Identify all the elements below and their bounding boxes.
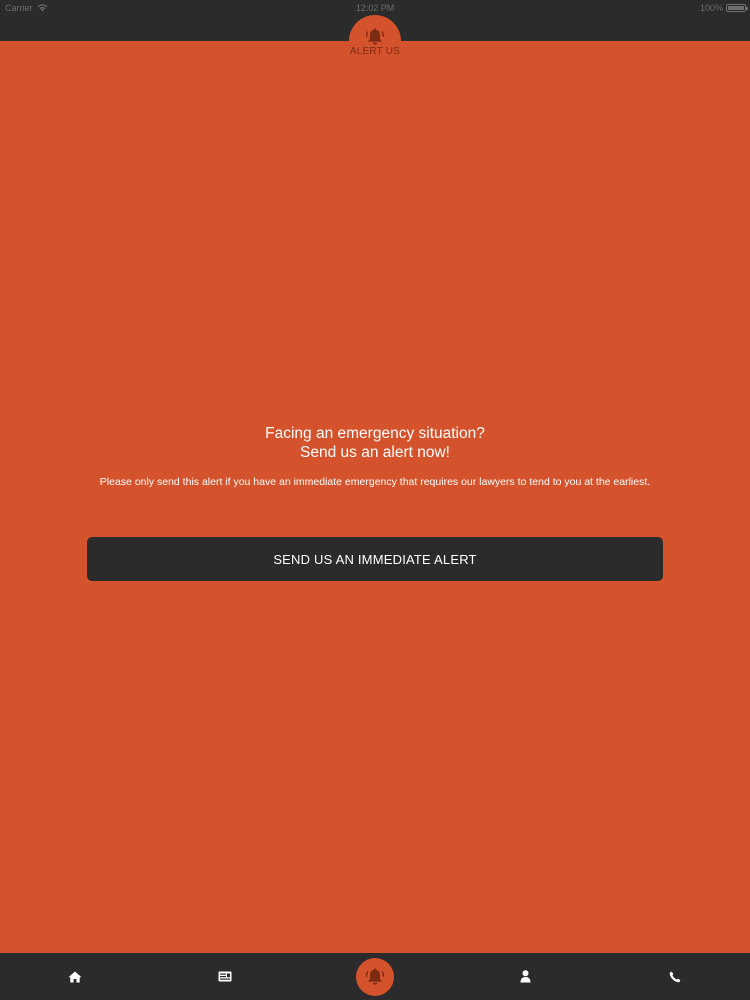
tab-home[interactable] [45, 953, 105, 1000]
send-alert-button[interactable]: SEND US AN IMMEDIATE ALERT [87, 537, 663, 581]
phone-icon [669, 971, 681, 982]
headline-line-2: Send us an alert now! [300, 444, 450, 461]
headline: Facing an emergency situation? Send us a… [0, 424, 750, 462]
battery-icon [726, 4, 748, 12]
user-icon [520, 970, 530, 983]
status-bar: Carrier 12:02 PM 100% [0, 0, 750, 16]
bell-icon [365, 968, 385, 985]
tab-news[interactable] [195, 953, 255, 1000]
bell-icon [365, 28, 385, 45]
battery-percent: 100% [699, 3, 723, 13]
status-time: 12:02 PM [355, 3, 395, 13]
tab-alert[interactable] [356, 958, 394, 996]
home-icon [68, 971, 82, 982]
tab-contact[interactable] [645, 953, 705, 1000]
tab-profile[interactable] [495, 953, 555, 1000]
headline-line-1: Facing an emergency situation? [265, 425, 485, 442]
alert-description: Please only send this alert if you have … [99, 476, 651, 488]
news-icon [218, 971, 232, 982]
battery-status: 100% [699, 0, 748, 16]
page-title: ALERT US [349, 46, 401, 57]
